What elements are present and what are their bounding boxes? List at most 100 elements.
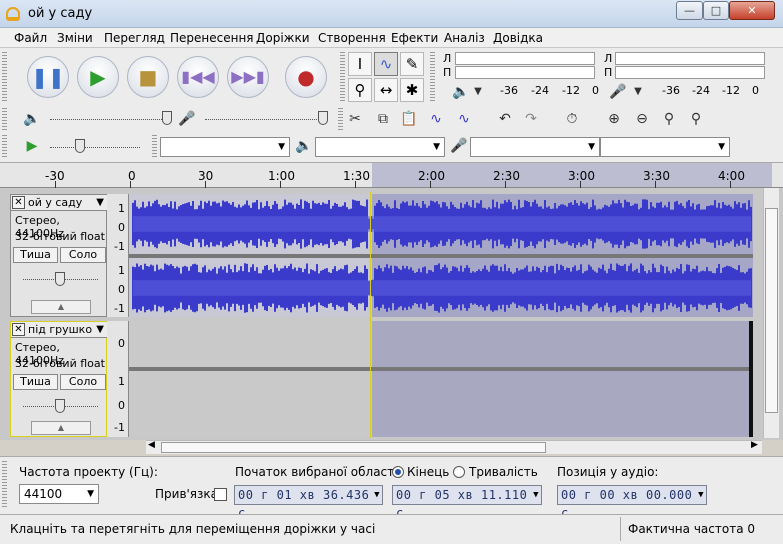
toolbar-grip[interactable] (2, 108, 7, 130)
skip-end-button[interactable]: ▶▶▮ (227, 56, 269, 98)
playback-meter-left[interactable] (455, 52, 595, 65)
menu-edit[interactable]: Зміни (57, 31, 93, 45)
chevron-down-icon[interactable]: ▼ (698, 486, 704, 504)
selection-start-time[interactable]: 00 г 01 хв 36.436 с ▼ (234, 485, 383, 520)
track-control-panel[interactable]: ✕ під грушко ▼ Стерео, 44100Hz 32-бітови… (10, 321, 108, 437)
snap-checkbox[interactable] (214, 488, 227, 501)
record-volume-track[interactable] (205, 119, 325, 121)
length-radio[interactable] (453, 466, 465, 478)
copy-icon[interactable]: ⧉ (371, 107, 395, 131)
playback-meter-right[interactable] (455, 66, 595, 79)
solo-button[interactable]: Соло (60, 247, 106, 263)
collapse-button[interactable]: ▲ (31, 300, 91, 314)
close-icon[interactable]: ✕ (12, 196, 25, 209)
toolbar-grip[interactable] (2, 135, 7, 157)
multi-tool[interactable]: ✱ (400, 78, 424, 102)
menu-file[interactable]: Файл (14, 31, 47, 45)
record-button[interactable]: ● (285, 56, 327, 98)
minimize-button[interactable]: — (676, 1, 703, 20)
selection-end-time[interactable]: 00 г 05 хв 11.110 с ▼ (392, 485, 542, 520)
vertical-scroll-thumb[interactable] (765, 208, 778, 413)
play-speed-track[interactable] (50, 147, 140, 149)
menu-effects[interactable]: Ефекти (391, 31, 438, 45)
track-name-bar[interactable]: ✕ під грушко ▼ (11, 322, 108, 338)
timeline-ruler[interactable]: -30 0 30 1:00 1:30 2:00 2:30 3:00 3:30 4… (0, 162, 783, 188)
scroll-left-icon[interactable]: ◀ (148, 440, 155, 450)
menu-transport[interactable]: Перенесення (170, 31, 254, 45)
playback-volume-track[interactable] (50, 119, 170, 121)
toolbar-grip[interactable] (340, 52, 345, 102)
record-volume-slider[interactable] (318, 111, 328, 125)
chevron-down-icon[interactable]: ▼ (626, 80, 650, 104)
draw-tool[interactable]: ✎ (400, 52, 424, 76)
selection-tool[interactable]: I (348, 52, 372, 76)
menu-generate[interactable]: Створення (318, 31, 386, 45)
close-icon[interactable]: ✕ (12, 323, 25, 336)
selection-toolbar: Частота проекту (Гц): 44100 ▼ Прив'язка … (0, 456, 783, 520)
output-device-select[interactable]: ▼ (315, 137, 445, 157)
input-device-select[interactable]: ▼ (470, 137, 600, 157)
silence-icon[interactable]: ∿ (452, 107, 476, 131)
track-control-panel[interactable]: ✕ ой у саду ▼ Стерео, 44100Hz 32-бітовий… (10, 194, 108, 317)
zoom-tool[interactable]: ⚲ (348, 78, 372, 102)
record-meter-right[interactable] (615, 66, 765, 79)
host-select[interactable]: ▼ (160, 137, 290, 157)
stop-button[interactable]: ■ (127, 56, 169, 98)
track-name-bar[interactable]: ✕ ой у саду ▼ (11, 195, 108, 211)
pause-button[interactable]: ❚❚ (27, 56, 69, 98)
input-channels-select[interactable]: ▼ (600, 137, 730, 157)
envelope-tool[interactable]: ∿ (374, 52, 398, 76)
menu-tracks[interactable]: Доріжки (256, 31, 310, 45)
gain-slider[interactable] (55, 399, 65, 413)
chevron-down-icon[interactable]: ▼ (466, 80, 490, 104)
vertical-scrollbar[interactable] (763, 188, 779, 438)
toolbar-grip[interactable] (152, 135, 157, 157)
chevron-down-icon[interactable]: ▼ (374, 486, 380, 504)
record-meter-left[interactable] (615, 52, 765, 65)
mute-button[interactable]: Тиша (13, 247, 58, 263)
toolbar-grip[interactable] (2, 52, 7, 102)
toolbar-grip[interactable] (2, 461, 7, 509)
gain-slider[interactable] (55, 272, 65, 286)
chevron-down-icon[interactable]: ▼ (533, 486, 539, 504)
scroll-right-icon[interactable]: ▶ (751, 440, 758, 450)
menu-view[interactable]: Перегляд (104, 31, 165, 45)
fit-selection-icon[interactable]: ⚲ (657, 107, 681, 131)
toolbar-grip[interactable] (430, 52, 435, 102)
paste-icon[interactable]: 📋 (397, 107, 421, 131)
trim-icon[interactable]: ∿ (424, 107, 448, 131)
track-bitdepth: 32-бітовий float (15, 230, 105, 243)
menu-analyze[interactable]: Аналіз (444, 31, 485, 45)
redo-icon[interactable]: ↷ (519, 107, 543, 131)
play-at-speed-icon[interactable]: ▶ (20, 134, 44, 158)
playback-volume-slider[interactable] (162, 111, 172, 125)
audio-position-time[interactable]: 00 г 00 хв 00.000 с ▼ (557, 485, 707, 520)
horizontal-scrollbar[interactable]: ◀ ▶ (146, 440, 762, 454)
play-speed-slider[interactable] (75, 139, 85, 153)
skip-start-button[interactable]: ▮◀◀ (177, 56, 219, 98)
fit-project-icon[interactable]: ⚲ (684, 107, 708, 131)
maximize-button[interactable]: □ (703, 1, 729, 20)
project-rate-select[interactable]: 44100 ▼ (19, 484, 99, 504)
chevron-down-icon[interactable]: ▼ (96, 195, 104, 210)
ruler-tick (730, 181, 731, 188)
cut-icon[interactable]: ✂ (343, 107, 367, 131)
collapse-button[interactable]: ▲ (31, 421, 91, 435)
zoom-out-icon[interactable]: ⊖ (630, 107, 654, 131)
end-radio[interactable] (392, 466, 404, 478)
mute-button[interactable]: Тиша (13, 374, 58, 390)
waveform-track-1[interactable] (129, 194, 753, 317)
horizontal-scroll-thumb[interactable] (161, 442, 546, 453)
zoom-in-icon[interactable]: ⊕ (602, 107, 626, 131)
empty-track-2[interactable] (129, 321, 753, 437)
sync-lock-icon[interactable]: ⏱ (560, 107, 584, 131)
chevron-down-icon[interactable]: ▼ (96, 322, 104, 337)
undo-icon[interactable]: ↶ (493, 107, 517, 131)
menu-help[interactable]: Довідка (493, 31, 543, 45)
track-buttons: Тиша Соло (11, 374, 108, 390)
solo-button[interactable]: Соло (60, 374, 106, 390)
tracks-area[interactable]: ✕ ой у саду ▼ Стерео, 44100Hz 32-бітовий… (0, 188, 783, 440)
timeshift-tool[interactable]: ↔ (374, 78, 398, 102)
close-button[interactable]: ✕ (729, 1, 775, 20)
play-button[interactable]: ▶ (77, 56, 119, 98)
